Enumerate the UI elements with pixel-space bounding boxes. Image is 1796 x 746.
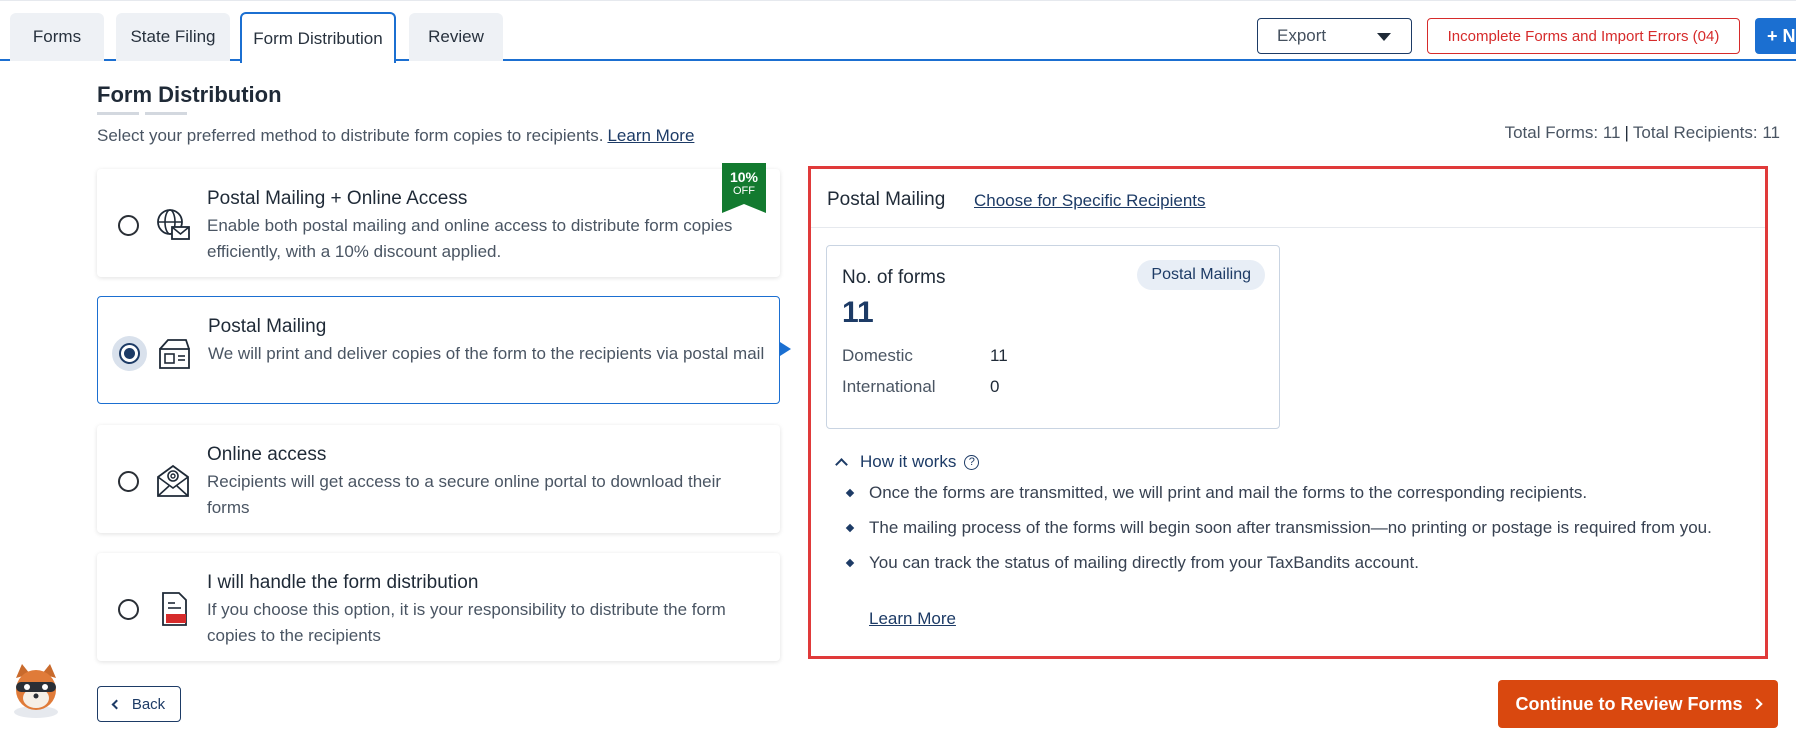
option-title: Online access [207, 444, 327, 465]
postal-mailing-details-panel: Postal Mailing Choose for Specific Recip… [808, 166, 1768, 659]
radio-button-selected[interactable] [119, 343, 140, 364]
option-title: Postal Mailing [208, 316, 327, 337]
option-description: Enable both postal mailing and online ac… [207, 216, 733, 261]
pdf-file-icon [162, 592, 187, 626]
chevron-left-icon [111, 699, 122, 709]
tab-review[interactable]: Review [409, 13, 503, 61]
list-item: Once the forms are transmitted, we will … [846, 480, 1726, 505]
totals-separator: | [1624, 123, 1629, 142]
discount-percent: 10% [729, 169, 759, 185]
forms-count: 11 [842, 296, 874, 329]
forms-count-card: No. of forms 11 Postal Mailing Domestic … [826, 245, 1280, 429]
help-icon: ? [964, 454, 980, 470]
continue-label: Continue to Review Forms [1515, 693, 1743, 714]
radio-button[interactable] [118, 471, 139, 492]
choose-specific-recipients-link[interactable]: Choose for Specific Recipients [974, 191, 1206, 211]
page-subtitle: Select your preferred method to distribu… [97, 126, 694, 146]
totals-summary: Total Forms: 11 | Total Recipients: 11 [1505, 123, 1780, 143]
option-postal-mailing[interactable]: Postal Mailing We will print and deliver… [97, 296, 780, 404]
international-label: International [842, 377, 936, 396]
how-it-works-label: How it works [860, 452, 957, 471]
tab-label: Form Distribution [253, 28, 383, 48]
chevron-up-icon [835, 458, 848, 471]
domestic-label: Domestic [842, 346, 913, 365]
learn-more-link[interactable]: Learn More [607, 126, 694, 145]
page-title: Form Distribution [97, 82, 282, 107]
export-dropdown[interactable]: Export [1257, 18, 1412, 54]
new-button[interactable]: + N [1755, 18, 1796, 54]
export-label: Export [1277, 26, 1327, 45]
tab-label: Forms [32, 27, 82, 46]
selection-pointer-icon [780, 342, 791, 356]
total-recipients: Total Recipients: 11 [1632, 123, 1780, 142]
domestic-value: 11 [990, 346, 1008, 365]
option-self-distribution[interactable]: I will handle the form distribution If y… [97, 553, 780, 661]
list-item: You can track the status of mailing dire… [846, 550, 1726, 575]
panel-header: Postal Mailing Choose for Specific Recip… [811, 169, 1765, 228]
tab-state-filing[interactable]: State Filing [116, 13, 230, 61]
option-description: If you choose this option, it is your re… [207, 600, 726, 645]
tab-label: Review [428, 27, 484, 46]
new-label: + N [1767, 25, 1796, 46]
back-button[interactable]: Back [97, 686, 181, 722]
email-at-icon [157, 464, 189, 497]
mail-envelope-icon [159, 339, 190, 369]
panel-learn-more-link[interactable]: Learn More [869, 609, 956, 629]
option-title: Postal Mailing + Online Access [207, 188, 468, 209]
errors-label: Incomplete Forms and Import Errors (04) [1447, 27, 1720, 45]
radio-button[interactable] [118, 215, 139, 236]
list-item: The mailing process of the forms will be… [846, 515, 1726, 540]
how-it-works-list: Once the forms are transmitted, we will … [846, 480, 1726, 585]
chevron-right-icon [1750, 698, 1763, 710]
discount-badge: 10% OFF [722, 163, 766, 213]
panel-title: Postal Mailing [827, 189, 946, 210]
globe-mail-icon [157, 209, 190, 240]
how-it-works-toggle[interactable]: How it works ? [833, 452, 980, 472]
method-pill: Postal Mailing [1137, 260, 1265, 290]
international-value: 0 [990, 377, 1000, 396]
mascot-avatar-icon[interactable] [6, 660, 66, 720]
forms-label: No. of forms [842, 267, 946, 288]
title-underline [97, 112, 139, 115]
tab-label: State Filing [130, 27, 216, 46]
caret-down-icon [1377, 33, 1391, 41]
option-title: I will handle the form distribution [207, 572, 479, 593]
option-description: We will print and deliver copies of the … [208, 344, 765, 363]
subtitle-text: Select your preferred method to distribu… [97, 126, 604, 145]
title-underline [145, 112, 187, 115]
continue-to-review-button[interactable]: Continue to Review Forms [1498, 680, 1778, 728]
tab-forms[interactable]: Forms [10, 13, 104, 61]
option-description: Recipients will get access to a secure o… [207, 472, 722, 517]
incomplete-forms-errors-button[interactable]: Incomplete Forms and Import Errors (04) [1427, 18, 1740, 54]
tab-form-distribution[interactable]: Form Distribution [240, 12, 396, 63]
radio-button[interactable] [118, 599, 139, 620]
total-forms: Total Forms: 11 [1504, 123, 1621, 142]
top-tab-bar: Forms State Filing Form Distribution Rev… [0, 0, 1796, 63]
option-postal-online[interactable]: Postal Mailing + Online Access Enable bo… [97, 163, 780, 277]
option-online-access[interactable]: Online access Recipients will get access… [97, 425, 780, 533]
discount-off: OFF [733, 185, 755, 197]
back-label: Back [131, 695, 166, 713]
